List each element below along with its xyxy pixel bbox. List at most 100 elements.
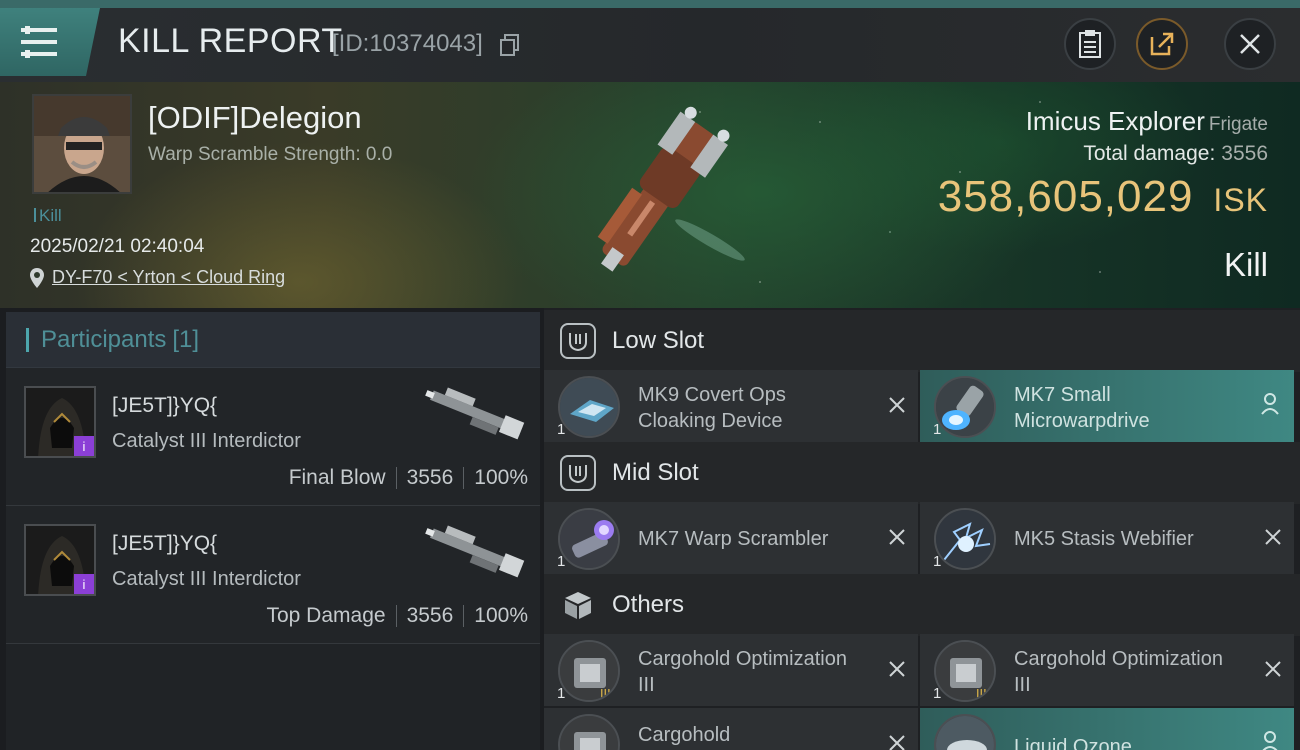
mid-slot-label: Mid Slot bbox=[612, 459, 699, 486]
victim-portrait[interactable] bbox=[32, 94, 132, 194]
kill-tag: Kill bbox=[34, 206, 62, 226]
participant-avatar[interactable]: i bbox=[24, 386, 96, 458]
clipboard-icon bbox=[1079, 30, 1101, 58]
participants-label: Participants bbox=[41, 325, 167, 353]
module-item[interactable]: 1 Cargohold bbox=[544, 708, 918, 750]
module-quantity: 1 bbox=[933, 685, 942, 702]
others-header: Others bbox=[544, 574, 1300, 636]
stat-divider bbox=[395, 467, 397, 489]
participant-row[interactable]: i [JE5T]}YQ{ Catalyst III Interdictor Fi… bbox=[6, 368, 540, 506]
cargohold-optimization-icon: III bbox=[934, 640, 996, 702]
ship-name-text: Imicus Explorer bbox=[1025, 106, 1205, 136]
kill-report-id: [ID:10374043] bbox=[332, 30, 483, 57]
module-item[interactable]: 1 MK9 Covert Ops Cloaking Device bbox=[544, 370, 918, 442]
participants-header: Participants [1] bbox=[6, 312, 540, 368]
location-pin-icon bbox=[30, 267, 44, 288]
module-name: MK7 Warp Scrambler bbox=[638, 528, 829, 550]
participant-damage: 3556 bbox=[406, 466, 454, 489]
victim-pilot-name[interactable]: [ODIF]Delegion bbox=[148, 100, 362, 136]
module-quantity: 1 bbox=[933, 421, 942, 438]
victim-ship-name[interactable]: Imicus Explorer Frigate bbox=[1026, 106, 1268, 137]
participant-name[interactable]: [JE5T]}YQ{ bbox=[112, 394, 217, 418]
participant-stats: Top Damage 3556 100% bbox=[266, 604, 528, 628]
others-label: Others bbox=[612, 591, 685, 618]
stasis-webifier-icon bbox=[934, 508, 996, 570]
participant-row[interactable]: i [JE5T]}YQ{ Catalyst III Interdictor To… bbox=[6, 506, 540, 644]
module-name: MK7 Small Microwarpdrive bbox=[1014, 384, 1150, 432]
location-text[interactable]: DY-F70 < Yrton < Cloud Ring bbox=[52, 267, 285, 288]
module-quantity: 1 bbox=[557, 421, 566, 438]
header-accent-bar bbox=[26, 327, 29, 352]
page-title: KILL REPORT bbox=[118, 22, 343, 60]
ship-class: Frigate bbox=[1208, 114, 1268, 135]
participants-count: [1] bbox=[172, 325, 200, 353]
cube-icon bbox=[560, 587, 596, 623]
menu-button[interactable] bbox=[0, 8, 100, 76]
participant-role: Top Damage bbox=[266, 604, 386, 627]
cloaking-device-icon bbox=[558, 376, 620, 438]
participant-badge: i bbox=[74, 574, 94, 594]
header-accent-line bbox=[0, 0, 1300, 8]
isk-value: 358,605,029 ISK bbox=[938, 172, 1268, 222]
participant-ship-image bbox=[425, 387, 525, 440]
module-name: Liquid Ozone bbox=[1014, 736, 1132, 750]
share-icon bbox=[1150, 32, 1174, 56]
destroyed-x-icon bbox=[889, 735, 905, 750]
mid-slot-icon bbox=[560, 455, 596, 491]
module-quantity: 1 bbox=[557, 685, 566, 702]
module-item[interactable]: 1 Liquid Ozone bbox=[920, 708, 1294, 750]
destroyed-x-icon bbox=[889, 661, 905, 677]
module-quantity: 1 bbox=[933, 553, 942, 570]
person-icon bbox=[1261, 393, 1279, 415]
destroyed-x-icon bbox=[889, 397, 905, 413]
module-item[interactable]: 1 MK7 Small Microwarpdrive bbox=[920, 370, 1294, 442]
participant-percent: 100% bbox=[474, 466, 528, 489]
stat-divider bbox=[463, 467, 465, 489]
warp-scramble-strength: Warp Scramble Strength: 0.0 bbox=[148, 144, 393, 165]
warp-scrambler-icon bbox=[558, 508, 620, 570]
total-damage: Total damage: 3556 bbox=[1083, 142, 1268, 166]
module-quantity: 1 bbox=[557, 553, 566, 570]
module-name: Cargohold Optimization III bbox=[1014, 648, 1223, 696]
module-item[interactable]: 1 MK7 Warp Scrambler bbox=[544, 502, 918, 574]
participant-role: Final Blow bbox=[288, 466, 386, 489]
svg-text:III: III bbox=[976, 687, 987, 701]
destroyed-x-icon bbox=[1265, 661, 1281, 677]
participant-damage: 3556 bbox=[406, 604, 454, 627]
participant-avatar[interactable]: i bbox=[24, 524, 96, 596]
participant-stats: Final Blow 3556 100% bbox=[289, 466, 528, 490]
liquid-ozone-icon bbox=[934, 714, 996, 750]
low-slot-label: Low Slot bbox=[612, 327, 705, 354]
module-name: Cargohold bbox=[638, 724, 731, 746]
participant-percent: 100% bbox=[474, 604, 528, 627]
destroyed-x-icon bbox=[1265, 529, 1281, 545]
participant-name[interactable]: [JE5T]}YQ{ bbox=[112, 532, 217, 556]
low-slot-icon bbox=[560, 323, 596, 359]
kill-timestamp: 2025/02/21 02:40:04 bbox=[30, 236, 205, 257]
total-damage-label: Total damage: bbox=[1083, 142, 1216, 165]
result-label: Kill bbox=[1223, 246, 1268, 283]
module-item[interactable]: III 1 Cargohold Optimization III bbox=[920, 634, 1294, 706]
participant-ship: Catalyst III Interdictor bbox=[112, 568, 301, 590]
module-item[interactable]: 1 MK5 Stasis Webifier bbox=[920, 502, 1294, 574]
stat-divider bbox=[463, 605, 465, 627]
share-button[interactable] bbox=[1136, 18, 1188, 70]
victim-summary: [ODIF]Delegion Warp Scramble Strength: 0… bbox=[0, 82, 1300, 308]
isk-unit: ISK bbox=[1213, 182, 1268, 218]
pilot-portrait-image bbox=[34, 96, 130, 192]
menu-icon bbox=[21, 26, 57, 58]
participant-badge: i bbox=[74, 436, 94, 456]
participant-ship: Catalyst III Interdictor bbox=[112, 430, 301, 452]
total-damage-value: 3556 bbox=[1221, 142, 1268, 165]
header-bar: KILL REPORT [ID:10374043] bbox=[0, 0, 1300, 82]
copy-icon[interactable] bbox=[500, 34, 520, 56]
microwarpdrive-icon bbox=[934, 376, 996, 438]
location-link[interactable]: DY-F70 < Yrton < Cloud Ring bbox=[30, 267, 285, 288]
mid-slot-header: Mid Slot bbox=[544, 442, 1300, 504]
cargohold-optimization-icon: III bbox=[558, 640, 620, 702]
close-icon bbox=[1240, 34, 1260, 54]
module-item[interactable]: III 1 Cargohold Optimization III bbox=[544, 634, 918, 706]
clipboard-button[interactable] bbox=[1064, 18, 1116, 70]
person-icon bbox=[1262, 731, 1278, 750]
close-button[interactable] bbox=[1224, 18, 1276, 70]
